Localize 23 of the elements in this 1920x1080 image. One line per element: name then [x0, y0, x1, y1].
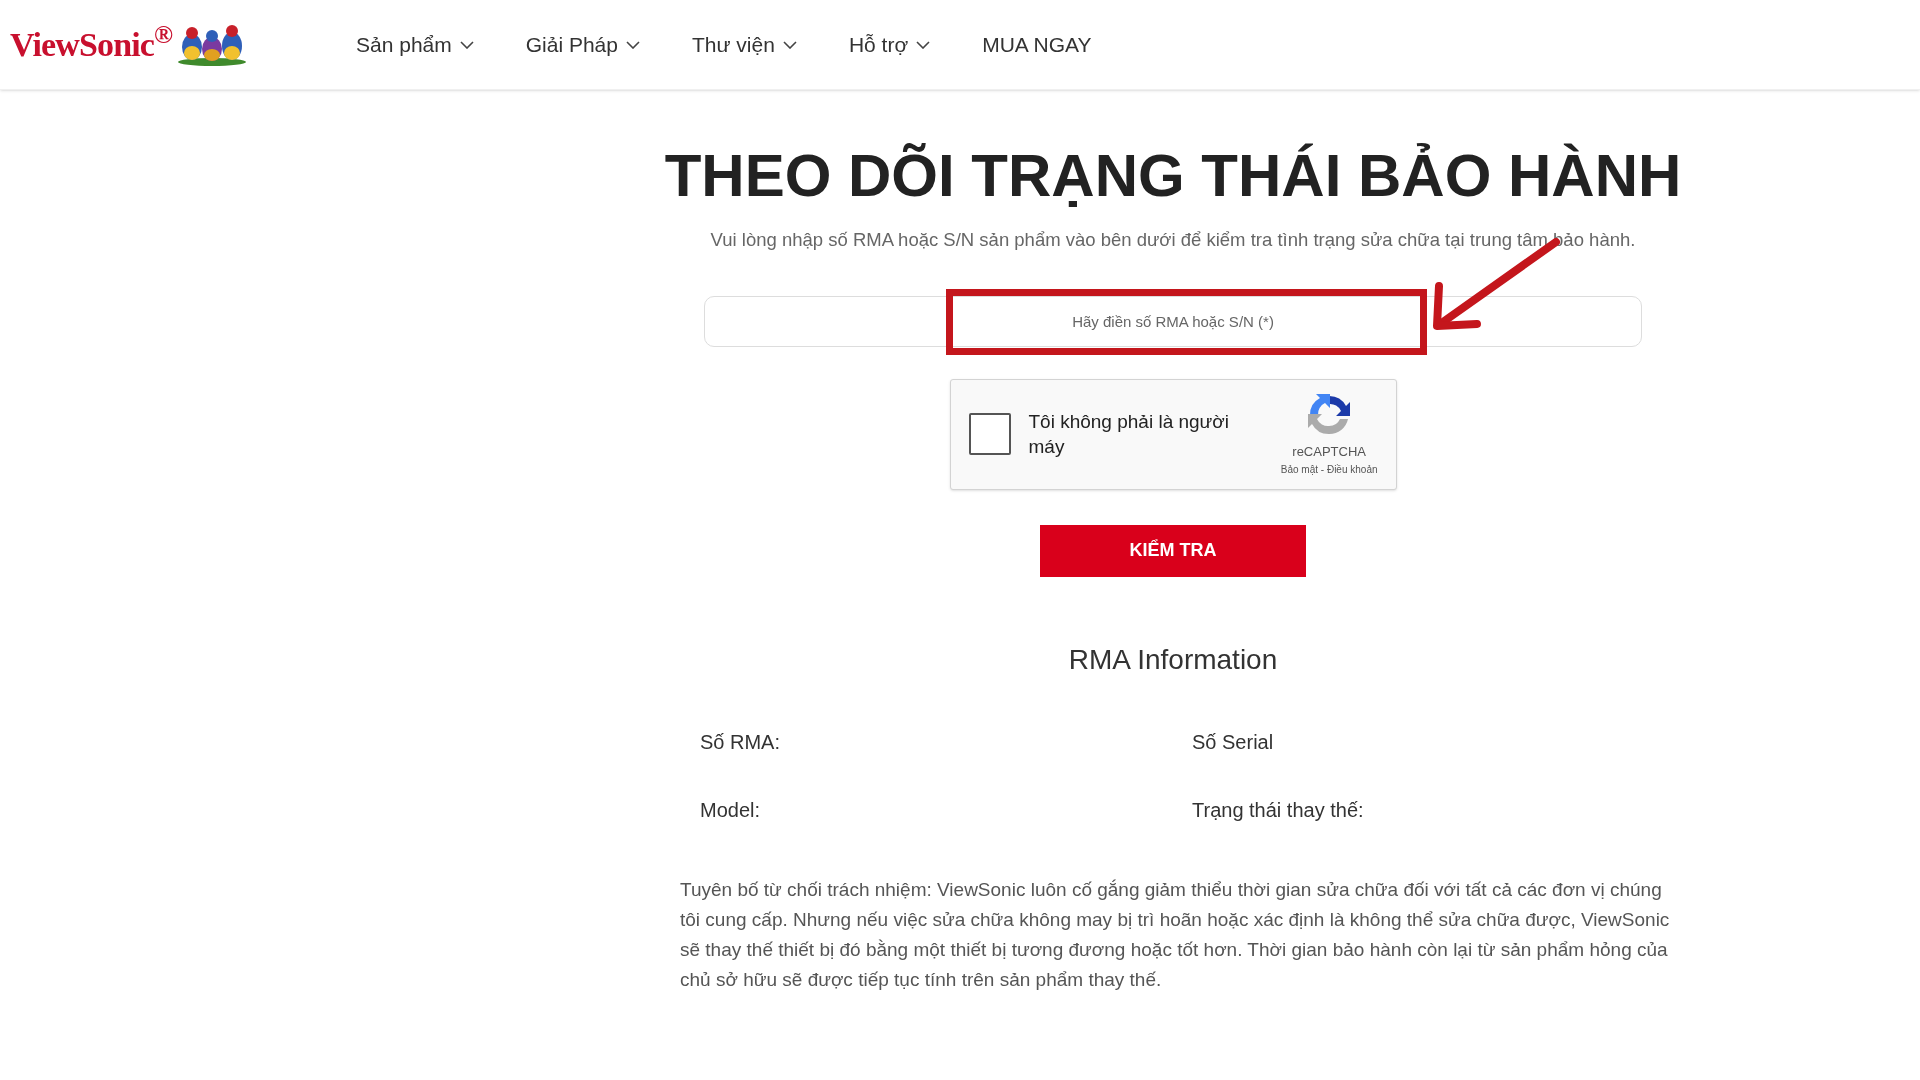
disclaimer-text: Tuyên bố từ chối trách nhiệm: ViewSonic luôn cố gắng giảm thiểu thời gian sửa chữa đối với tất cả các đơn vị chúng tôi cung cấp. Nhưng nếu việc sửa chữa không may bị trì hoãn hoặc xác định là không thể sửa chữa được, ViewSonic sẽ thay thế thiết bị đó bằng một thiết bị tương đương hoặc tốt hơn. Thời gian bảo hành còn lại từ sản phẩm hỏng của chủ sở hữu sẽ được tiếp tục tính trên sản phẩm thay thế. — [680, 877, 1670, 992]
recaptcha-links[interactable]: Bảo mật - Điều khoản — [1280, 461, 1378, 477]
birds-logo-icon — [176, 22, 249, 67]
field-label: Model: — [700, 797, 762, 823]
search-field[interactable]: Hãy điền số RMA hoặc S/N (*) — [704, 295, 1642, 347]
nav-item[interactable]: Hỗ trợ — [848, 28, 931, 61]
nav-item[interactable]: Sản phẩm — [356, 28, 474, 61]
chevron-down-icon — [782, 40, 797, 49]
captcha-checkbox[interactable] — [968, 413, 1011, 456]
chevron-down-icon — [916, 40, 931, 49]
field-label: Trạng thái thay thế: — [1192, 797, 1365, 823]
chevron-down-icon — [459, 40, 474, 49]
field-label: Số RMA: — [700, 729, 782, 755]
field-label: Số Serial — [1192, 729, 1275, 755]
check-button[interactable]: KIỂM TRA — [1040, 524, 1306, 577]
nav-item[interactable]: MUA NGAY — [982, 28, 1092, 61]
nav-item[interactable]: Thư viện — [691, 28, 797, 61]
chevron-down-icon — [625, 40, 640, 49]
section-heading: RMA Information — [1068, 642, 1278, 677]
recaptcha-brand: reCAPTCHA — [1292, 443, 1366, 461]
captcha-label: Tôi không phải là người máy — [1028, 410, 1231, 460]
brand-logo[interactable]: ViewSonic$^{®}$ — [10, 19, 173, 70]
nav-item[interactable]: Giải Pháp — [525, 28, 640, 61]
